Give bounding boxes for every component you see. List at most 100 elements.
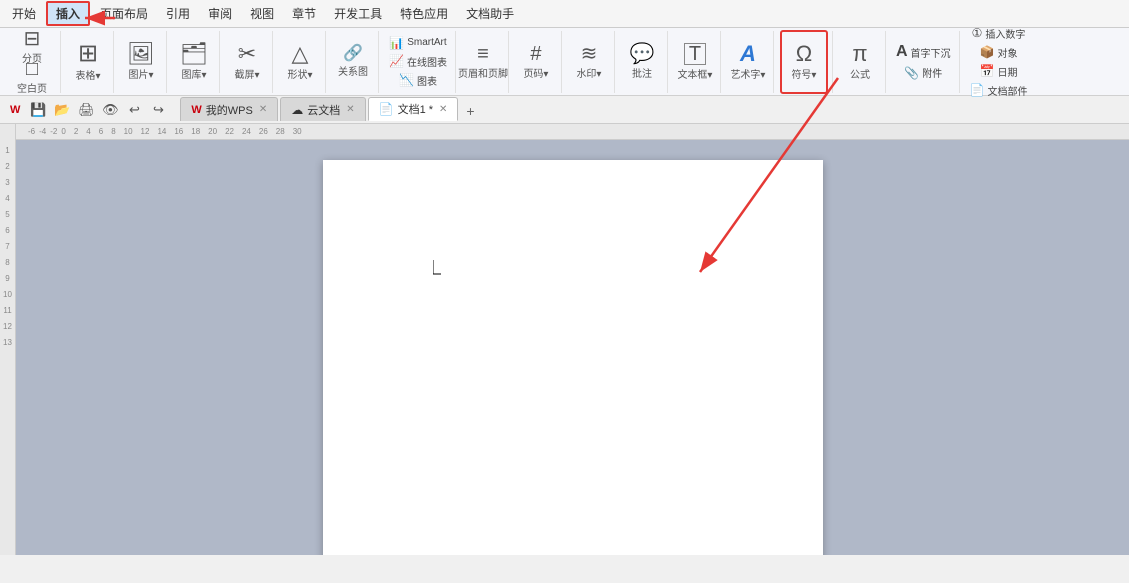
screenshot-button[interactable]: ✂ 截屏▾: [226, 33, 268, 91]
comment-icon: 💬: [630, 44, 655, 64]
tab-doc1-close[interactable]: ✕: [439, 104, 447, 115]
fenge-icon: ⊟: [24, 29, 41, 49]
ruler-mark: 2: [0, 158, 15, 174]
tab-add-button[interactable]: +: [460, 101, 480, 121]
online-chart-label: 在线图表: [407, 54, 447, 69]
menu-dochelper[interactable]: 文档助手: [458, 3, 522, 24]
screenshot-icon: ✂: [238, 43, 256, 65]
menu-developer[interactable]: 开发工具: [326, 3, 390, 24]
object-button[interactable]: 📦 对象: [976, 44, 1022, 61]
toolbar-group-image: 🖼 图片▾: [116, 31, 167, 93]
kongbai-icon: □: [26, 59, 38, 79]
tab-cloud-close[interactable]: ✕: [346, 104, 354, 115]
vertical-ruler: 1 2 3 4 5 6 7 8 9 10 11 12 13: [0, 124, 16, 555]
pagecode-button[interactable]: # 页码▾: [515, 33, 557, 91]
relation-button[interactable]: 🔗 关系图: [332, 33, 374, 91]
wps-logo: W: [6, 100, 24, 120]
ruler-mark: [0, 126, 15, 142]
insert-num-label: 插入数字: [985, 26, 1025, 41]
gallery-button[interactable]: 🗂 图库▾: [173, 33, 215, 91]
comment-button[interactable]: 💬 批注: [621, 33, 663, 91]
menu-layout[interactable]: 页面布局: [92, 3, 156, 24]
tab-cloud[interactable]: ☁ 云文档 ✕: [280, 97, 365, 121]
tab-doc1-label: 文档1 *: [398, 101, 433, 117]
tab-doc1-icon: 📄: [379, 102, 394, 116]
online-chart-button[interactable]: 📈 在线图表: [385, 53, 451, 70]
smartart-label: SmartArt: [407, 37, 446, 48]
toolbar-group-comment: 💬 批注: [617, 31, 668, 93]
print-button[interactable]: 🖨: [76, 100, 96, 120]
ruler-mark: 13: [0, 334, 15, 350]
gallery-icon: 🗂: [180, 43, 208, 65]
toolbar: ⊟ 分页 □ 空白页 ⊞ 表格▾ 🖼 图片▾ 🗂 图库▾ ✂ 截屏▾: [0, 28, 1129, 96]
ruler-mark: 3: [0, 174, 15, 190]
horizontal-ruler: -6 -4 -2 0 2 4 6 8 10 12 14 16 18 20 22 …: [16, 124, 1129, 140]
docpart-label: 文档部件: [987, 83, 1027, 98]
toolbar-group-formula: π 公式: [835, 31, 886, 93]
menu-chapter[interactable]: 章节: [284, 3, 324, 24]
screenshot-label: 截屏▾: [234, 66, 259, 81]
insert-num-icon: ①: [972, 26, 983, 40]
pagecode-icon: #: [530, 44, 541, 64]
text-cursor: [433, 260, 453, 280]
tab-doc1[interactable]: 📄 文档1 * ✕: [368, 97, 459, 121]
wordart-button[interactable]: A 艺术字▾: [727, 33, 769, 91]
dropcap-button[interactable]: A 首字下沉: [892, 42, 955, 62]
docpart-button[interactable]: 📄 文档部件: [966, 82, 1032, 99]
chart-label: 图表: [417, 73, 437, 88]
ruler-mark: 12: [0, 318, 15, 334]
tab-cloud-label: 云文档: [307, 102, 340, 118]
menu-reference[interactable]: 引用: [158, 3, 198, 24]
symbol-button[interactable]: Ω 符号▾: [783, 33, 825, 91]
dropcap-icon: A: [896, 43, 908, 61]
toolbar-group-screenshot: ✂ 截屏▾: [222, 31, 273, 93]
menu-bar: 开始 插入 页面布局 引用 审阅 视图 章节 开发工具 特色应用 文档助手: [0, 0, 1129, 28]
toolbar-group-shape: △ 形状▾: [275, 31, 326, 93]
relation-label: 关系图: [338, 63, 368, 78]
ruler-mark: 9: [0, 270, 15, 286]
redo-button[interactable]: ↪: [148, 100, 168, 120]
menu-insert[interactable]: 插入: [46, 1, 90, 26]
insert-num-button[interactable]: ① 插入数字: [968, 25, 1030, 42]
pagecode-label: 页码▾: [523, 65, 548, 80]
undo-button[interactable]: ↩: [124, 100, 144, 120]
dropcap-label: 首字下沉: [911, 45, 951, 60]
tab-wps[interactable]: W 我的WPS ✕: [180, 97, 278, 121]
textbox-button[interactable]: T 文本框▾: [674, 33, 716, 91]
ruler-mark: 7: [0, 238, 15, 254]
watermark-icon: ≋: [581, 44, 598, 64]
preview-button[interactable]: 👁: [100, 100, 120, 120]
menu-special[interactable]: 特色应用: [392, 3, 456, 24]
toolbar-group-wordart: A 艺术字▾: [723, 31, 774, 93]
table-button[interactable]: ⊞ 表格▾: [67, 33, 109, 91]
toolbar-group-table: ⊞ 表格▾: [63, 31, 114, 93]
fenge-button[interactable]: ⊟ 分页: [8, 33, 56, 61]
tab-wps-close[interactable]: ✕: [259, 104, 267, 115]
tab-wps-label: 我的WPS: [206, 102, 253, 118]
date-button[interactable]: 📅 日期: [976, 63, 1022, 80]
formula-button[interactable]: π 公式: [839, 33, 881, 91]
tab-cloud-icon: ☁: [291, 103, 303, 117]
attachment-button[interactable]: 📎 附件: [900, 64, 946, 81]
relation-icon: 🔗: [343, 46, 363, 62]
docpart-icon: 📄: [970, 83, 985, 97]
open-button[interactable]: 📂: [52, 100, 72, 120]
headerfooter-button[interactable]: ≡ 页眉和页脚: [462, 33, 504, 91]
toolbar-group-relation: 🔗 关系图: [328, 31, 379, 93]
toolbar-group-textbox: T 文本框▾: [670, 31, 721, 93]
menu-start[interactable]: 开始: [4, 3, 44, 24]
save-button[interactable]: 💾: [28, 100, 48, 120]
kongbai-button[interactable]: □ 空白页: [8, 63, 56, 91]
toolbar-group-gallery: 🗂 图库▾: [169, 31, 220, 93]
menu-review[interactable]: 审阅: [200, 3, 240, 24]
image-button[interactable]: 🖼 图片▾: [120, 33, 162, 91]
watermark-button[interactable]: ≋ 水印▾: [568, 33, 610, 91]
wordart-icon: A: [740, 43, 756, 65]
shape-button[interactable]: △ 形状▾: [279, 33, 321, 91]
smartart-button[interactable]: 📊 SmartArt: [385, 35, 450, 51]
gallery-label: 图库▾: [181, 66, 206, 81]
menu-view[interactable]: 视图: [242, 3, 282, 24]
chart-button[interactable]: 📉 图表: [395, 72, 441, 89]
document-page[interactable]: [323, 160, 823, 555]
document-canvas[interactable]: [16, 140, 1129, 555]
